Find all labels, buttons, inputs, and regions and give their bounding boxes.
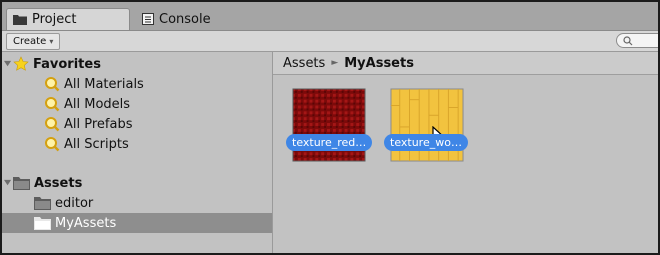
toolbar: Create ▾ bbox=[2, 31, 658, 52]
tree-item-label: All Scripts bbox=[64, 136, 129, 152]
tree-item-favorites[interactable]: Favorites bbox=[2, 54, 272, 74]
folder-icon bbox=[13, 177, 30, 190]
asset-label[interactable]: texture_red… bbox=[286, 134, 373, 151]
tree-item-all-prefabs[interactable]: All Prefabs bbox=[2, 114, 272, 134]
tab-console-label: Console bbox=[159, 11, 211, 27]
expand-triangle-icon[interactable] bbox=[4, 179, 12, 187]
folder-icon bbox=[34, 197, 51, 210]
tree-item-label: MyAssets bbox=[55, 215, 117, 231]
search-field[interactable] bbox=[616, 33, 658, 48]
asset-browser: Assets ► MyAssets texture_red… texture_w… bbox=[273, 52, 658, 253]
tree-item-label: All Materials bbox=[64, 76, 144, 92]
create-dropdown[interactable]: Create ▾ bbox=[6, 33, 61, 50]
tree-item-label: editor bbox=[55, 195, 94, 211]
create-label: Create bbox=[13, 36, 47, 47]
search-filter-icon bbox=[45, 97, 60, 112]
search-icon bbox=[623, 36, 633, 46]
breadcrumb: Assets ► MyAssets bbox=[273, 52, 658, 75]
tab-console[interactable]: Console bbox=[136, 8, 248, 30]
folder-icon bbox=[34, 217, 51, 230]
project-tree: Favorites All Materials All Models All P… bbox=[2, 52, 273, 253]
breadcrumb-current: MyAssets bbox=[344, 55, 414, 71]
project-window: Project Console Create ▾ Favorites All M… bbox=[0, 0, 660, 255]
star-icon bbox=[13, 56, 29, 71]
tree-item-all-materials[interactable]: All Materials bbox=[2, 74, 272, 94]
tree-item-all-models[interactable]: All Models bbox=[2, 94, 272, 114]
tree-item-myassets[interactable]: MyAssets bbox=[2, 213, 272, 233]
tab-bar: Project Console bbox=[2, 2, 658, 31]
search-filter-icon bbox=[45, 77, 60, 92]
expand-triangle-icon[interactable] bbox=[4, 60, 12, 68]
chevron-down-icon: ▾ bbox=[49, 37, 54, 46]
asset-label[interactable]: texture_wo… bbox=[384, 134, 468, 151]
tree-item-all-scripts[interactable]: All Scripts bbox=[2, 134, 272, 154]
tree-item-label: All Prefabs bbox=[64, 116, 133, 132]
folder-icon bbox=[13, 15, 27, 25]
console-icon bbox=[142, 13, 154, 25]
search-filter-icon bbox=[45, 117, 60, 132]
breadcrumb-root[interactable]: Assets bbox=[283, 56, 325, 71]
tree-item-label: All Models bbox=[64, 96, 131, 112]
search-filter-icon bbox=[45, 137, 60, 152]
tab-project[interactable]: Project bbox=[6, 8, 130, 30]
assets-label: Assets bbox=[34, 175, 83, 191]
favorites-label: Favorites bbox=[33, 56, 101, 72]
tree-item-editor[interactable]: editor bbox=[2, 193, 272, 213]
tree-item-assets[interactable]: Assets bbox=[2, 173, 272, 193]
breadcrumb-separator-icon: ► bbox=[331, 58, 339, 68]
tab-project-label: Project bbox=[32, 12, 77, 27]
